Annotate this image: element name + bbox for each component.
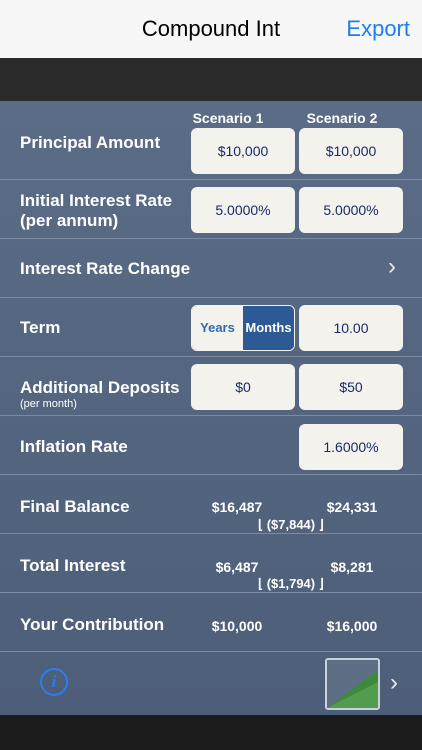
total-interest-diff: ($1,794) — [266, 576, 316, 591]
interest-s2-field[interactable]: 5.0000% — [299, 187, 403, 233]
final-balance-label: Final Balance — [20, 497, 130, 516]
final-balance-s1: $16,487 — [211, 499, 263, 515]
final-balance-row: Final Balance $16,487 $24,331 ⌊ ($7,844)… — [0, 475, 422, 534]
chevron-right-icon[interactable]: › — [390, 669, 398, 697]
chart-thumbnail-icon[interactable] — [325, 658, 380, 710]
deposits-s1-field[interactable]: $0 — [191, 364, 295, 410]
contribution-s2: $16,000 — [326, 618, 378, 634]
interest-rate-label-line1: Initial Interest Rate — [20, 191, 173, 210]
inflation-row: Inflation Rate 1.6000% — [0, 416, 422, 475]
principal-row: Principal Amount $10,000 $10,000 — [0, 121, 422, 180]
interest-rate-change-label: Interest Rate Change — [20, 259, 191, 278]
chevron-right-icon: › — [388, 253, 396, 280]
interest-rate-label-line2: (per annum) — [20, 211, 119, 230]
export-button[interactable]: Export — [346, 16, 410, 42]
info-icon[interactable]: i — [40, 668, 68, 696]
final-balance-s2: $24,331 — [326, 499, 378, 515]
contribution-label: Your Contribution — [20, 615, 165, 634]
inflation-label: Inflation Rate — [20, 437, 128, 456]
deposits-sublabel: (per month) — [20, 398, 77, 410]
deposits-row: Additional Deposits (per month) $0 $50 — [0, 357, 422, 416]
term-label: Term — [20, 318, 61, 337]
deposits-label-main: Additional Deposits — [20, 378, 180, 397]
final-balance-diff-bracket: ⌊ ($7,844) ⌋ — [258, 517, 324, 532]
term-years-segment[interactable]: Years — [192, 306, 243, 350]
final-balance-diff: ($7,844) — [266, 517, 316, 532]
principal-s1-field[interactable]: $10,000 — [191, 128, 295, 174]
interest-rate-label: Initial Interest Rate (per annum) — [20, 191, 172, 231]
total-interest-s2: $8,281 — [330, 559, 374, 575]
inflation-field[interactable]: 1.6000% — [299, 424, 403, 470]
bottom-toolbar: i › — [0, 655, 422, 715]
interest-s1-field[interactable]: 5.0000% — [191, 187, 295, 233]
contribution-s1: $10,000 — [211, 618, 263, 634]
term-unit-segmented-control: Years Months — [191, 305, 295, 351]
principal-s2-field[interactable]: $10,000 — [299, 128, 403, 174]
term-row: Term Years Months 10.00 — [0, 298, 422, 357]
chart-thumbnail-graphic — [327, 660, 378, 708]
term-value-field[interactable]: 10.00 — [299, 305, 403, 351]
contribution-row: Your Contribution $10,000 $16,000 — [0, 593, 422, 652]
total-interest-diff-bracket: ⌊ ($1,794) ⌋ — [258, 576, 324, 591]
interest-rate-row: Initial Interest Rate (per annum) 5.0000… — [0, 180, 422, 239]
interest-rate-change-row[interactable]: Interest Rate Change › — [0, 239, 422, 298]
total-interest-s1: $6,487 — [215, 559, 259, 575]
term-months-segment[interactable]: Months — [243, 306, 294, 350]
total-interest-row: Total Interest $6,487 $8,281 ⌊ ($1,794) … — [0, 534, 422, 593]
total-interest-label: Total Interest — [20, 556, 126, 575]
deposits-label: Additional Deposits (per month) — [20, 378, 180, 411]
footer-band — [0, 715, 422, 750]
calculator-panel: Scenario 1 Scenario 2 Principal Amount $… — [0, 101, 422, 715]
principal-label: Principal Amount — [20, 133, 161, 152]
nav-bar: Compound Int Export — [0, 0, 422, 58]
deposits-s2-field[interactable]: $50 — [299, 364, 403, 410]
toolbar-band — [0, 58, 422, 101]
